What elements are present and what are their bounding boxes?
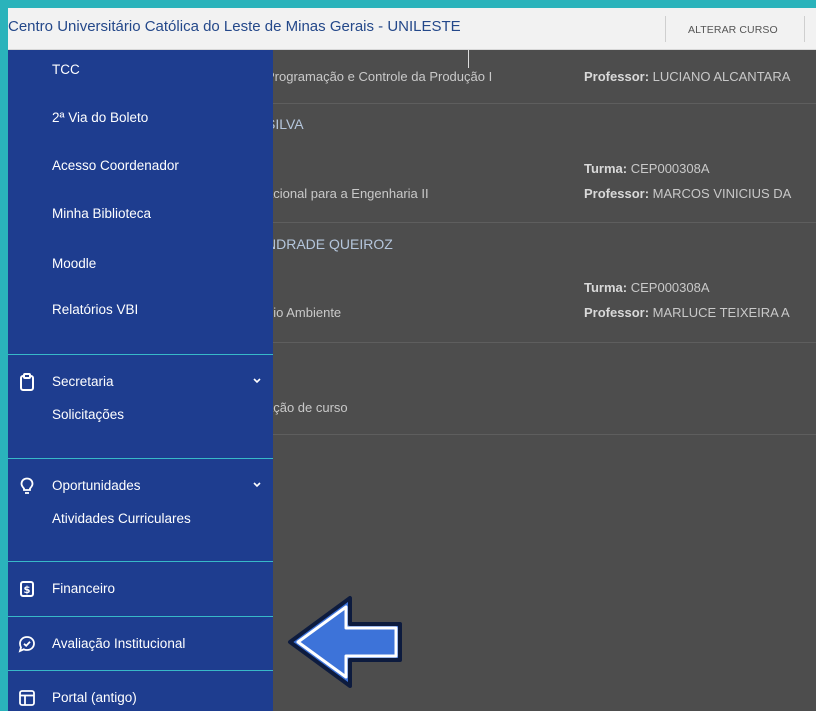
sidebar-item-label: Relatórios VBI xyxy=(52,302,139,317)
sidebar-item-financeiro[interactable]: $ Financeiro xyxy=(8,575,273,605)
dollar-document-icon: $ xyxy=(20,581,34,597)
layout-icon xyxy=(19,690,35,706)
sidebar-item-avaliacao-institucional[interactable]: Avaliação Institucional xyxy=(8,630,273,660)
professor-name: LUCIANO ALCANTARA xyxy=(652,69,791,84)
turma-label: Turma: xyxy=(584,280,628,295)
sidebar-item-2via-boleto[interactable]: 2ª Via do Boleto xyxy=(8,104,273,134)
discipline-name: ação de curso xyxy=(266,400,348,415)
sidebar-item-label: TCC xyxy=(52,62,80,77)
turma-label: Turma: xyxy=(584,161,628,176)
turma-code: CEP000308A xyxy=(630,280,710,295)
svg-text:$: $ xyxy=(24,585,31,596)
pointer-arrow-icon xyxy=(288,596,402,688)
student-name: NDRADE QUEIROZ xyxy=(266,236,393,252)
topbar-divider xyxy=(665,16,666,42)
discipline-name: eio Ambiente xyxy=(266,305,342,320)
sidebar-item-portal-antigo[interactable]: Portal (antigo) xyxy=(8,684,273,711)
sidebar-item-secretaria[interactable]: Secretaria xyxy=(8,368,273,398)
sidebar-item-label: Secretaria xyxy=(52,374,114,389)
professor-name: MARCOS VINICIUS DA xyxy=(652,186,792,201)
lightbulb-icon xyxy=(20,477,34,494)
chevron-down-icon[interactable] xyxy=(252,376,262,386)
discipline-name: Programação e Controle da Produção I xyxy=(266,69,493,84)
alterar-curso-button[interactable]: ALTERAR CURSO xyxy=(688,24,778,36)
sidebar-item-minha-biblioteca[interactable]: Minha Biblioteca xyxy=(8,200,273,230)
discipline-name: acional para a Engenharia II xyxy=(266,186,429,201)
sidebar-item-label: Minha Biblioteca xyxy=(52,206,152,221)
sidebar-item-label: Moodle xyxy=(52,256,97,271)
institution-title: Centro Universitário Católica do Leste d… xyxy=(8,18,461,35)
sidebar-divider xyxy=(8,458,273,459)
sidebar-item-label: 2ª Via do Boleto xyxy=(52,110,149,125)
professor-label: Professor: xyxy=(584,69,650,84)
chat-check-icon xyxy=(18,636,35,653)
sidebar-divider xyxy=(8,354,273,355)
sidebar-item-label: Avaliação Institucional xyxy=(52,636,186,651)
chevron-down-icon[interactable] xyxy=(252,480,262,490)
sidebar-item-label: Oportunidades xyxy=(52,478,141,493)
sidebar-divider xyxy=(8,670,273,671)
professor-name: MARLUCE TEIXEIRA A xyxy=(652,305,790,320)
sidebar-item-label: Acesso Coordenador xyxy=(52,158,179,173)
sidebar-item-label: Financeiro xyxy=(52,581,116,596)
sidebar-item-label: Portal (antigo) xyxy=(52,690,137,705)
sidebar-item-tcc[interactable]: TCC xyxy=(8,56,273,86)
professor-label: Professor: xyxy=(584,305,650,320)
sidebar-item-acesso-coordenador[interactable]: Acesso Coordenador xyxy=(8,152,273,182)
turma-code: CEP000308A xyxy=(630,161,710,176)
sidebar-item-oportunidades[interactable]: Oportunidades xyxy=(8,472,273,502)
top-bar: Centro Universitário Católica do Leste d… xyxy=(8,8,816,50)
clipboard-icon xyxy=(20,373,34,391)
sidebar-subitem-solicitacoes[interactable]: Solicitações xyxy=(52,407,124,422)
topbar-divider xyxy=(804,16,805,42)
sidebar-menu: TCC 2ª Via do Boleto Acesso Coordenador … xyxy=(8,50,273,711)
professor-label: Professor: xyxy=(584,186,650,201)
sidebar-divider xyxy=(8,616,273,617)
sidebar-subitem-atividades-curriculares[interactable]: Atividades Curriculares xyxy=(52,511,191,526)
sidebar-item-relatorios-vbi[interactable]: Relatórios VBI xyxy=(8,296,273,326)
sidebar-divider xyxy=(8,561,273,562)
sidebar-item-moodle[interactable]: Moodle xyxy=(8,250,273,280)
